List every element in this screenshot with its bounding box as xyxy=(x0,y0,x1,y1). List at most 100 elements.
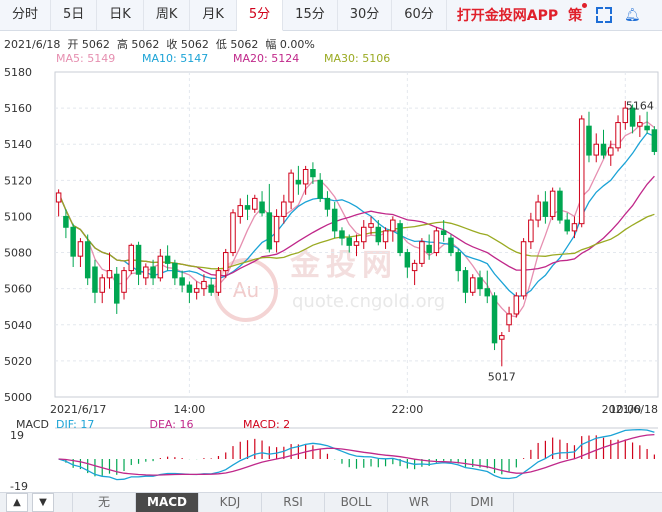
candle-body xyxy=(390,219,396,232)
x-tick-label: 2021/6/18 xyxy=(602,403,658,416)
candle-body xyxy=(259,201,265,214)
candle-body xyxy=(346,237,352,246)
candle-body xyxy=(55,192,62,203)
y-tick-label: 5120 xyxy=(4,174,32,187)
y-tick-label: 5040 xyxy=(4,319,32,332)
candle-body xyxy=(331,208,338,232)
candle-body xyxy=(469,277,476,293)
dif-line xyxy=(58,428,655,481)
candle-body xyxy=(397,223,403,254)
candle-body xyxy=(484,288,491,297)
indicator-tab-dmi[interactable]: DMI xyxy=(450,493,514,512)
candle-body xyxy=(288,172,294,203)
macd-value-legend: MACD: 2 xyxy=(242,418,291,431)
candle-body xyxy=(477,277,483,290)
candle-body xyxy=(448,237,454,254)
candle-body xyxy=(143,266,149,279)
max-price-label: 5164 xyxy=(626,99,654,112)
indicator-bar: ▲ ▼ 无 MACD KDJ RSI BOLL WR DMI xyxy=(0,492,662,512)
macd-y-tick-label: -19 xyxy=(10,480,28,492)
y-tick-label: 5100 xyxy=(4,210,32,223)
candle-body xyxy=(281,201,287,217)
candle-body xyxy=(499,335,505,340)
candle-body xyxy=(361,226,367,243)
candle-body xyxy=(208,284,214,293)
candle-body xyxy=(237,205,244,217)
scroll-down-button[interactable]: ▼ xyxy=(32,493,54,512)
candle-body xyxy=(411,262,418,272)
candle-body xyxy=(99,277,105,293)
y-tick-label: 5140 xyxy=(4,138,32,151)
candle-body xyxy=(593,143,599,156)
candle-body xyxy=(455,252,461,272)
y-tick-label: 5080 xyxy=(4,247,32,260)
candle-body xyxy=(440,230,447,235)
candle-body xyxy=(324,197,331,210)
candle-body xyxy=(317,179,323,199)
candle-body xyxy=(571,223,578,232)
x-tick-label: 14:00 xyxy=(174,403,206,416)
candle-body xyxy=(535,201,541,221)
y-tick-label: 5180 xyxy=(4,66,32,79)
candle-body xyxy=(201,280,207,290)
candle-body xyxy=(651,129,658,152)
candle-body xyxy=(520,241,527,297)
candle-body xyxy=(77,241,84,257)
candle-body xyxy=(244,205,251,210)
y-tick-label: 5020 xyxy=(4,355,32,368)
watermark-url: quote.cngold.org xyxy=(292,291,445,312)
candle-body xyxy=(382,230,389,243)
candle-body xyxy=(252,197,258,210)
candle-body xyxy=(266,212,273,250)
candle-body xyxy=(586,125,592,156)
candle-body xyxy=(637,122,643,127)
candle-body xyxy=(172,262,178,279)
scroll-up-button[interactable]: ▲ xyxy=(6,493,28,512)
candle-body xyxy=(106,270,113,279)
dea-legend: DEA: 16 xyxy=(149,418,194,431)
candle-body xyxy=(186,284,193,293)
candle-body xyxy=(433,230,440,254)
candle-body xyxy=(157,255,164,279)
candle-body xyxy=(150,266,156,279)
candle-body xyxy=(114,273,120,304)
indicator-tab-kdj[interactable]: KDJ xyxy=(198,493,261,512)
candle-body xyxy=(404,252,411,268)
watermark: Au 金投网 quote.cngold.org xyxy=(214,248,445,322)
candle-body xyxy=(528,219,534,243)
candle-body xyxy=(600,143,607,156)
macd-legend: MACD DIF: 17 DEA: 16 MACD: 2 xyxy=(16,418,290,431)
candle-body xyxy=(549,190,556,217)
candle-body xyxy=(513,295,520,315)
dea-line xyxy=(58,433,655,476)
candle-body xyxy=(419,241,425,264)
indicator-tab-boll[interactable]: BOLL xyxy=(324,493,387,512)
candle-body xyxy=(164,255,171,264)
candle-body xyxy=(121,270,127,293)
candle-body xyxy=(557,190,563,221)
candle-body xyxy=(644,125,650,131)
candle-body xyxy=(92,266,98,293)
candle-body xyxy=(578,118,585,225)
candle-body xyxy=(84,241,91,279)
indicator-tab-macd[interactable]: MACD xyxy=(135,493,198,512)
candle-body xyxy=(230,212,236,254)
x-tick-label: 2021/6/17 xyxy=(50,403,106,416)
y-tick-label: 5160 xyxy=(4,102,32,115)
candle-body xyxy=(273,215,280,243)
y-tick-label: 5000 xyxy=(4,391,32,404)
x-tick-label: 22:00 xyxy=(392,403,424,416)
candle-body xyxy=(353,241,360,246)
candle-body xyxy=(506,313,512,326)
candle-body xyxy=(608,147,614,156)
indicator-tab-none[interactable]: 无 xyxy=(72,493,135,512)
indicator-tab-wr[interactable]: WR xyxy=(387,493,450,512)
candle-body xyxy=(70,226,76,257)
y-tick-label: 5060 xyxy=(4,283,32,296)
candle-body xyxy=(426,244,432,254)
min-price-label: 5017 xyxy=(488,370,516,383)
candle-body xyxy=(295,179,302,185)
indicator-tab-rsi[interactable]: RSI xyxy=(261,493,324,512)
candle-body xyxy=(491,295,498,344)
candle-body xyxy=(135,244,142,275)
